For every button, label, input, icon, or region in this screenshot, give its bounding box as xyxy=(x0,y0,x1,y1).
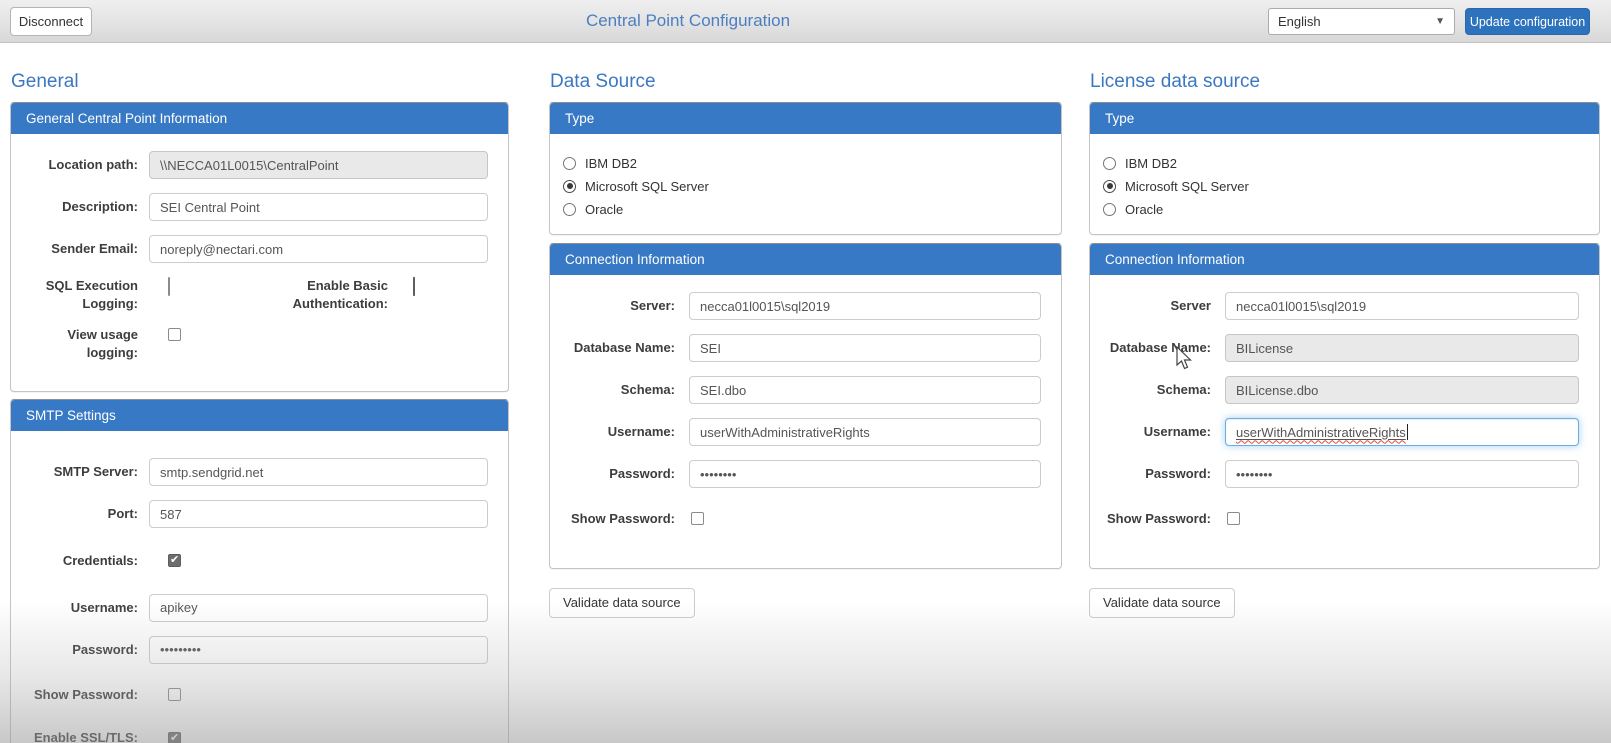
language-select-value: English xyxy=(1278,14,1321,29)
lic-schema-label: Schema: xyxy=(1105,381,1211,399)
smtp-server-input[interactable] xyxy=(149,458,488,486)
data-source-section: Data Source Type IBM DB2 Microsoft SQL S… xyxy=(549,71,1062,618)
main-content: General General Central Point Informatio… xyxy=(0,43,1611,743)
ds-schema-input[interactable] xyxy=(689,376,1041,404)
data-source-radio-ibm-db2[interactable] xyxy=(563,157,576,170)
section-heading-general: General xyxy=(11,71,509,93)
lic-username-text: userWithAdministrativeRights xyxy=(1236,425,1406,440)
lic-password-input[interactable] xyxy=(1225,460,1579,488)
smtp-username-label: Username: xyxy=(26,599,138,617)
smtp-show-password-checkbox[interactable] xyxy=(168,688,181,701)
lic-validate-data-source-button[interactable]: Validate data source xyxy=(1089,588,1235,618)
description-input[interactable] xyxy=(149,193,488,221)
license-radio-mssql-label: Microsoft SQL Server xyxy=(1125,179,1249,194)
lic-show-password-label: Show Password: xyxy=(1105,510,1211,528)
sql-execution-logging-checkbox[interactable] xyxy=(168,277,170,296)
lic-database-name-input xyxy=(1225,334,1579,362)
smtp-show-password-label: Show Password: xyxy=(26,686,138,704)
description-label: Description: xyxy=(26,198,138,216)
smtp-server-label: SMTP Server: xyxy=(26,463,138,481)
data-source-connection-panel: Connection Information Server: Database … xyxy=(549,243,1062,569)
update-configuration-button[interactable]: Update configuration xyxy=(1465,8,1590,35)
ds-server-label: Server: xyxy=(565,297,675,315)
data-source-connection-panel-title: Connection Information xyxy=(550,244,1061,275)
smtp-settings-panel-title: SMTP Settings xyxy=(11,400,508,431)
smtp-settings-panel: SMTP Settings SMTP Server: Port: xyxy=(10,399,509,743)
license-radio-oracle[interactable] xyxy=(1103,203,1116,216)
lic-server-input[interactable] xyxy=(1225,292,1579,320)
license-data-source-section: License data source Type IBM DB2 Microso… xyxy=(1089,71,1600,618)
disconnect-button[interactable]: Disconnect xyxy=(10,7,92,36)
smtp-password-label: Password: xyxy=(26,641,138,659)
lic-username-input[interactable]: userWithAdministrativeRights xyxy=(1225,418,1579,446)
enable-basic-authentication-label: Enable Basic Authentication: xyxy=(238,277,388,312)
license-radio-ibm-db2-label: IBM DB2 xyxy=(1125,156,1177,171)
ds-server-input[interactable] xyxy=(689,292,1041,320)
enable-ssl-tls-label: Enable SSL/TLS: xyxy=(26,729,138,743)
section-heading-data-source: Data Source xyxy=(550,71,1062,93)
ds-schema-label: Schema: xyxy=(565,381,675,399)
page-title: Central Point Configuration xyxy=(586,11,790,31)
data-source-type-panel-title: Type xyxy=(550,103,1061,134)
text-caret xyxy=(1407,424,1408,440)
license-connection-panel: Connection Information Server Database N… xyxy=(1089,243,1600,569)
view-usage-logging-checkbox[interactable] xyxy=(168,328,181,341)
smtp-port-label: Port: xyxy=(26,505,138,523)
sender-email-input[interactable] xyxy=(149,235,488,263)
ds-database-name-input[interactable] xyxy=(689,334,1041,362)
chevron-down-icon: ▼ xyxy=(1435,16,1445,27)
license-radio-mssql[interactable] xyxy=(1103,180,1116,193)
enable-ssl-tls-checkbox[interactable] xyxy=(168,732,181,743)
data-source-radio-oracle-label: Oracle xyxy=(585,202,623,217)
data-source-radio-ibm-db2-label: IBM DB2 xyxy=(585,156,637,171)
general-info-panel-title: General Central Point Information xyxy=(11,103,508,134)
language-select[interactable]: English ▼ xyxy=(1268,8,1455,35)
ds-show-password-label: Show Password: xyxy=(565,510,675,528)
data-source-radio-oracle[interactable] xyxy=(563,203,576,216)
data-source-type-panel: Type IBM DB2 Microsoft SQL Server Oracle xyxy=(549,102,1062,235)
lic-database-name-label: Database Name: xyxy=(1105,339,1211,357)
enable-basic-authentication-checkbox[interactable] xyxy=(413,277,415,296)
lic-username-label: Username: xyxy=(1105,423,1211,441)
general-info-panel: General Central Point Information Locati… xyxy=(10,102,509,392)
lic-schema-input xyxy=(1225,376,1579,404)
general-section: General General Central Point Informatio… xyxy=(10,71,509,743)
license-radio-ibm-db2[interactable] xyxy=(1103,157,1116,170)
smtp-password-input[interactable] xyxy=(149,636,488,664)
ds-show-password-checkbox[interactable] xyxy=(691,512,704,525)
smtp-username-input[interactable] xyxy=(149,594,488,622)
lic-show-password-checkbox[interactable] xyxy=(1227,512,1240,525)
credentials-label: Credentials: xyxy=(26,552,138,570)
sql-execution-logging-label: SQL Execution Logging: xyxy=(26,277,138,312)
ds-username-input[interactable] xyxy=(689,418,1041,446)
section-heading-license-data-source: License data source xyxy=(1090,71,1600,93)
license-type-panel-title: Type xyxy=(1090,103,1599,134)
location-path-label: Location path: xyxy=(26,156,138,174)
top-bar: Disconnect Central Point Configuration E… xyxy=(0,0,1611,43)
sender-email-label: Sender Email: xyxy=(26,240,138,258)
credentials-checkbox[interactable] xyxy=(168,554,181,567)
ds-password-label: Password: xyxy=(565,465,675,483)
ds-password-input[interactable] xyxy=(689,460,1041,488)
smtp-port-input[interactable] xyxy=(149,500,488,528)
lic-server-label: Server xyxy=(1105,297,1211,315)
lic-password-label: Password: xyxy=(1105,465,1211,483)
ds-username-label: Username: xyxy=(565,423,675,441)
data-source-radio-mssql[interactable] xyxy=(563,180,576,193)
location-path-input xyxy=(149,151,488,179)
ds-database-name-label: Database Name: xyxy=(565,339,675,357)
data-source-radio-mssql-label: Microsoft SQL Server xyxy=(585,179,709,194)
license-connection-panel-title: Connection Information xyxy=(1090,244,1599,275)
central-point-configuration-page: Disconnect Central Point Configuration E… xyxy=(0,0,1611,743)
view-usage-logging-label: View usage logging: xyxy=(26,326,138,361)
license-type-panel: Type IBM DB2 Microsoft SQL Server Oracle xyxy=(1089,102,1600,235)
ds-validate-data-source-button[interactable]: Validate data source xyxy=(549,588,695,618)
license-radio-oracle-label: Oracle xyxy=(1125,202,1163,217)
